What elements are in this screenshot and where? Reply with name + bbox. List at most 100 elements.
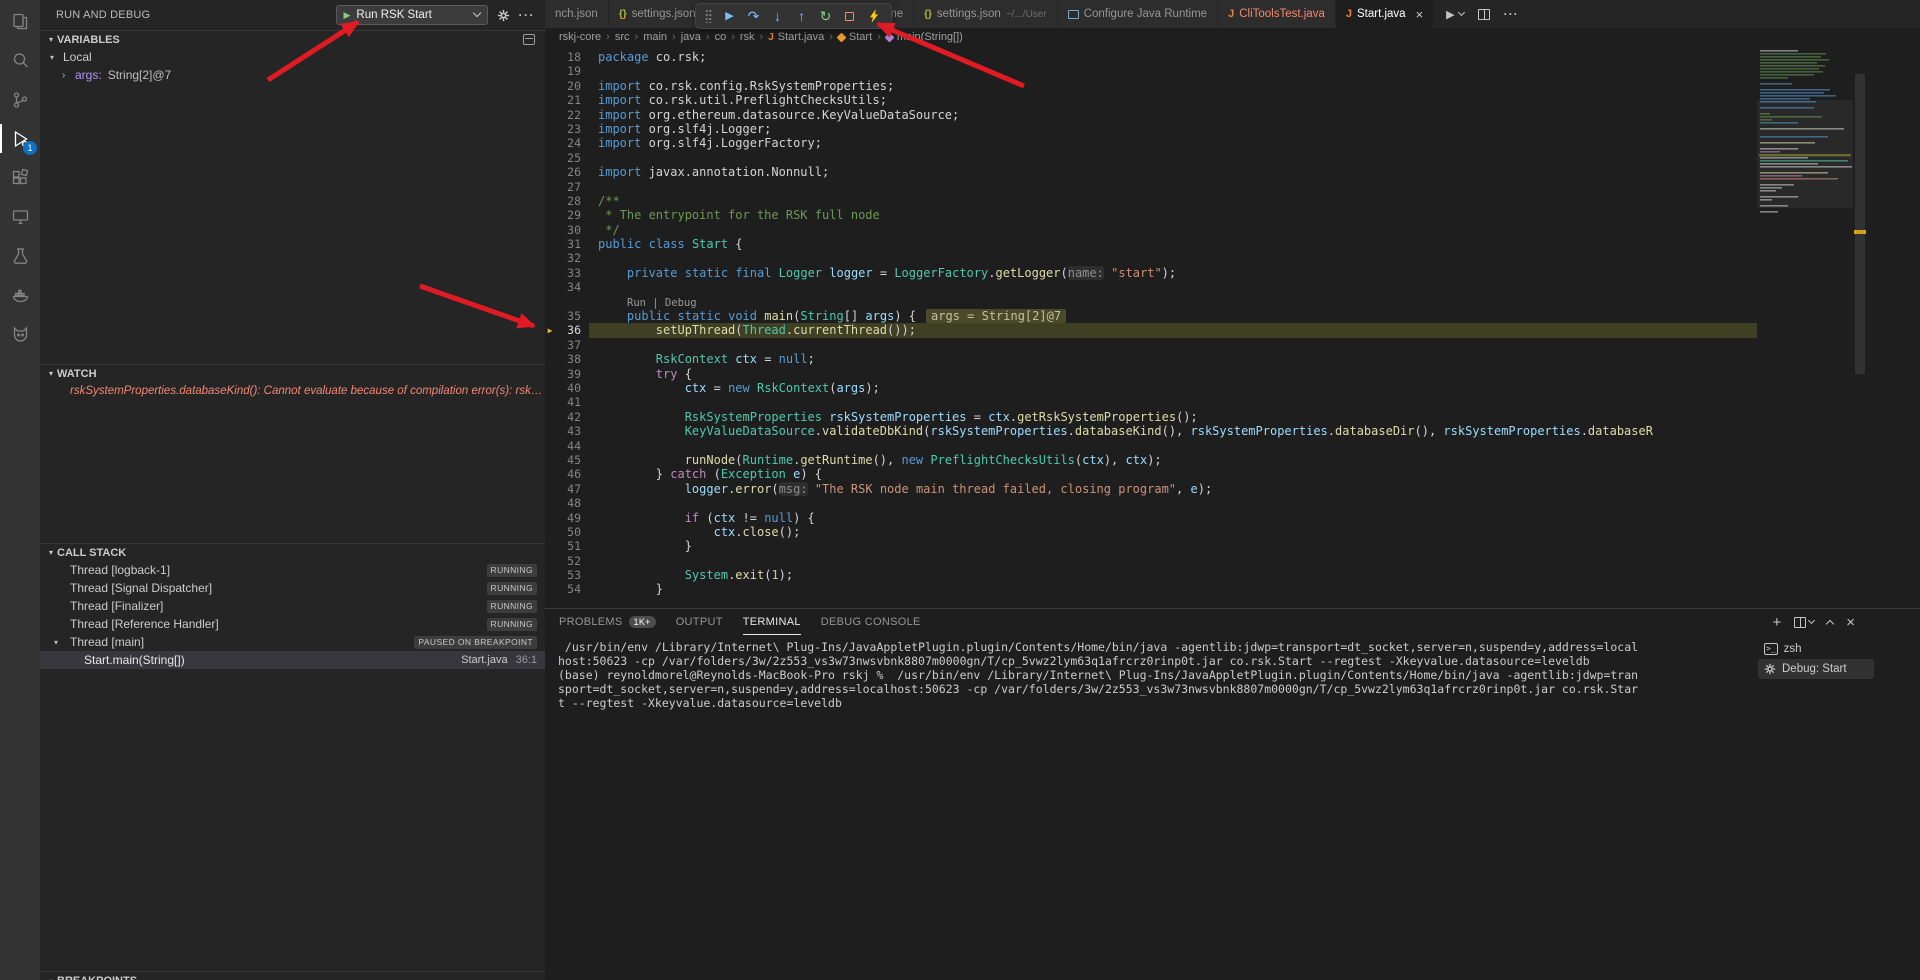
breakpoint-gutter[interactable] [545,467,555,481]
hot-code-replace-button[interactable] [865,6,882,26]
code-line-54[interactable]: 54 } [545,582,1757,596]
breadcrumb-java[interactable]: java [681,31,701,43]
variable-args[interactable]: › args: String[2]@7 [40,66,545,84]
breadcrumb-rskj-core[interactable]: rskj-core [559,31,601,43]
breakpoint-gutter[interactable] [545,151,555,165]
code-line-28[interactable]: 28/** [545,194,1757,208]
panel-tab-terminal[interactable]: TERMINAL [743,609,801,635]
code-line-32[interactable]: 32 [545,251,1757,265]
run-java-button[interactable]: ▶ [1446,8,1463,21]
breakpoint-gutter[interactable] [545,165,555,179]
breakpoint-gutter[interactable] [545,395,555,409]
code-line-21[interactable]: 21import co.rsk.util.PreflightChecksUtil… [545,93,1757,107]
code-line-19[interactable]: 19 [545,64,1757,78]
breakpoint-gutter[interactable] [545,251,555,265]
breakpoint-gutter[interactable] [545,352,555,366]
breakpoint-gutter[interactable] [545,367,555,381]
breakpoint-gutter[interactable] [545,50,555,64]
terminal-item-zsh[interactable]: >_zsh [1758,639,1874,659]
remote-explorer-icon[interactable] [0,197,40,236]
breakpoint-gutter[interactable] [545,136,555,150]
drag-handle[interactable] [705,9,712,23]
breakpoint-gutter[interactable] [545,568,555,582]
thread-row-thread-finalizer[interactable]: Thread [Finalizer]RUNNING [40,597,545,615]
code-line-52[interactable]: 52 [545,554,1757,568]
code-line-25[interactable]: 25 [545,151,1757,165]
gear-icon[interactable] [497,9,510,22]
step-over-button[interactable]: ↷ [745,6,762,26]
breadcrumb-start[interactable]: Start [838,31,872,43]
code-line-35[interactable]: 35 public static void main(String[] args… [545,309,1757,323]
breakpoint-gutter[interactable] [545,539,555,553]
code-line-53[interactable]: 53 System.exit(1); [545,568,1757,582]
breakpoint-gutter[interactable] [545,237,555,251]
call-stack-section-header[interactable]: ▾ CALL STACK [40,543,545,561]
breakpoint-gutter[interactable] [545,64,555,78]
restart-button[interactable]: ↻ [817,6,834,26]
breadcrumb-src[interactable]: src [615,31,630,43]
breakpoint-gutter[interactable] [545,280,555,294]
breadcrumb-rsk[interactable]: rsk [740,31,755,43]
code-line-18[interactable]: 18package co.rsk; [545,50,1757,64]
thread-row-thread-logback-1[interactable]: Thread [logback-1]RUNNING [40,561,545,579]
breakpoint-gutter[interactable] [545,93,555,107]
continue-button[interactable]: ▶ [721,6,738,26]
gitlens-icon[interactable] [0,314,40,353]
breakpoint-gutter[interactable] [545,582,555,596]
breakpoint-gutter[interactable] [545,381,555,395]
tab-nch-json[interactable]: nch.json [545,0,609,28]
code-line-51[interactable]: 51 } [545,539,1757,553]
breadcrumb-main[interactable]: main [643,31,667,43]
code-line-45[interactable]: 45 runNode(Runtime.getRuntime(), new Pre… [545,453,1757,467]
editor-scrollbar[interactable] [1853,46,1867,608]
code-line-43[interactable]: 43 KeyValueDataSource.validateDbKind(rsk… [545,424,1757,438]
code-line-27[interactable]: 27 [545,180,1757,194]
breakpoint-gutter[interactable] [545,496,555,510]
code-line-42[interactable]: 42 RskSystemProperties rskSystemProperti… [545,410,1757,424]
more-actions-icon[interactable]: ··· [519,8,536,22]
breakpoint-gutter[interactable] [545,309,555,323]
breakpoint-gutter[interactable] [545,122,555,136]
variables-section-header[interactable]: ▾ VARIABLES [40,30,545,48]
variables-view-icon[interactable] [523,34,535,45]
tab-settings-json[interactable]: {}settings.json~/.../User [914,0,1058,28]
scrollbar-slider[interactable] [1855,74,1865,374]
source-control-icon[interactable] [0,80,40,119]
editor-more-actions-icon[interactable]: ··· [1504,7,1519,21]
code-line-49[interactable]: 49 if (ctx != null) { [545,511,1757,525]
breakpoint-gutter[interactable]: ▶ [545,323,555,337]
close-icon[interactable]: × [1416,8,1424,21]
code-line-24[interactable]: 24import org.slf4j.LoggerFactory; [545,136,1757,150]
panel-tab-debug-console[interactable]: DEBUG CONSOLE [821,609,921,635]
code-line-37[interactable]: 37 [545,338,1757,352]
breakpoint-gutter[interactable] [545,223,555,237]
split-terminal-button[interactable] [1794,617,1814,628]
watch-expression[interactable]: rskSystemProperties.databaseKind(): Cann… [40,382,545,400]
code-line-29[interactable]: 29 * The entrypoint for the RSK full nod… [545,208,1757,222]
breakpoint-gutter[interactable] [545,79,555,93]
breakpoint-gutter[interactable] [545,208,555,222]
thread-row-thread-signal-dispatcher[interactable]: Thread [Signal Dispatcher]RUNNING [40,579,545,597]
breakpoint-gutter[interactable] [545,511,555,525]
maximize-panel-button[interactable] [1827,617,1833,627]
terminal-item-debug-start[interactable]: Debug: Start [1758,659,1874,679]
panel-tab-problems[interactable]: PROBLEMS1K+ [559,609,656,635]
start-debug-icon[interactable]: ▶ [344,11,351,20]
breadcrumb-co[interactable]: co [715,31,727,43]
code-line-50[interactable]: 50 ctx.close(); [545,525,1757,539]
codelens-run-debug[interactable]: Run | Debug [598,297,697,309]
codelens-row[interactable]: Run | Debug [545,295,1757,309]
code-line-46[interactable]: 46 } catch (Exception e) { [545,467,1757,481]
code-line-33[interactable]: 33 private static final Logger logger = … [545,266,1757,280]
stop-button[interactable] [841,6,858,26]
close-panel-button[interactable]: × [1846,615,1855,630]
tab-start-java[interactable]: JStart.java× [1336,0,1434,28]
code-line-22[interactable]: 22import org.ethereum.datasource.KeyValu… [545,108,1757,122]
breakpoint-gutter[interactable] [545,424,555,438]
code-line-23[interactable]: 23import org.slf4j.Logger; [545,122,1757,136]
breakpoint-gutter[interactable] [545,194,555,208]
code-line-31[interactable]: 31public class Start { [545,237,1757,251]
code-line-30[interactable]: 30 */ [545,223,1757,237]
new-terminal-button[interactable]: + [1772,615,1781,630]
tab-configure-java-runtime[interactable]: Configure Java Runtime [1058,0,1218,28]
